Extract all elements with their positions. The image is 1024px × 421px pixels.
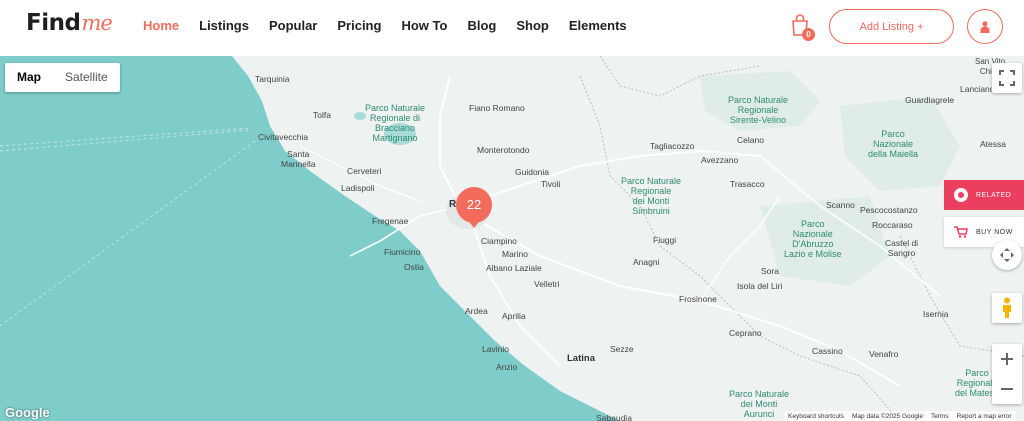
place-label: Frosinone [679,294,717,304]
place-label: Marino [502,249,528,259]
nav-pricing[interactable]: Pricing [337,18,381,33]
terms-link[interactable]: Terms [931,413,949,420]
map-type-map-button[interactable]: Map [5,63,53,92]
logo-main: Find [26,10,81,36]
google-logo: Google [5,405,50,420]
place-label: Scanno [826,200,855,210]
camera-control-button[interactable] [992,240,1022,270]
place-label: Ciampino [481,236,517,246]
map-type-control: Map Satellite [5,63,120,92]
place-label: Atessa [980,139,1006,149]
place-label: Sezze [610,344,634,354]
nav-listings[interactable]: Listings [199,18,249,33]
place-label: Sabaudia [596,413,632,421]
place-label: Monterotondo [477,145,530,155]
place-label: Guardiagrele [905,95,955,105]
map-type-satellite-button[interactable]: Satellite [53,63,120,92]
place-label: Civitavecchia [258,132,309,142]
place-label: Aprilia [502,311,526,321]
place-label: Avezzano [701,155,739,165]
place-label: Pescocostanzo [860,205,918,215]
place-label: Anagni [633,257,660,267]
fullscreen-button[interactable] [992,63,1022,93]
report-error-link[interactable]: Report a map error [957,413,1012,420]
nav-shop[interactable]: Shop [516,18,549,33]
related-button[interactable]: RELATED [944,180,1024,210]
cluster-marker[interactable]: 22 [456,187,492,223]
add-listing-button[interactable]: Add Listing + [829,9,954,44]
minus-icon [1001,388,1013,390]
map-attribution: Keyboard shortcuts Map data ©2025 Google… [784,411,1016,421]
user-account-button[interactable] [967,9,1003,44]
nav-home[interactable]: Home [143,18,179,33]
zoom-in-button[interactable] [992,344,1022,374]
place-label: Fiano Romano [469,103,525,113]
place-label: Anzio [496,362,518,372]
place-label: Cerveteri [347,166,382,176]
cart-count-badge: 0 [802,28,815,41]
place-label: Santa Marinella [281,149,316,169]
place-label: Celano [737,135,764,145]
park-label: Parco Naturale Regionale Sirente-Velino [728,95,789,125]
map-data-credit: Map data ©2025 Google [852,412,923,420]
place-label: Guidonia [515,167,550,177]
place-label: Isernia [923,309,949,319]
place-label: Velletri [534,279,560,289]
place-label: Ceprano [729,328,762,338]
logo[interactable]: Find me [26,10,113,44]
fullscreen-icon [999,70,1015,86]
place-label: Fregenae [372,216,409,226]
cluster-marker-pointer [467,219,481,228]
place-label: Ladispoli [341,183,375,193]
place-label: Isola del Liri [737,281,783,291]
place-label: Albano Laziale [486,263,542,273]
plus-icon [1001,353,1013,365]
buy-now-label: BUY NOW [976,228,1013,236]
site-header: Find me Home Listings Popular Pricing Ho… [0,0,1024,56]
zoom-control [992,344,1022,404]
page: Find me Home Listings Popular Pricing Ho… [0,0,1024,421]
place-label: Lavinio [482,344,509,354]
place-label: Tagliacozzo [650,141,695,151]
park-label: Parco Nazionale della Maiella [868,129,919,159]
logo-script: me [81,11,112,35]
nav-blog[interactable]: Blog [467,18,496,33]
place-label: Tolfa [313,110,331,120]
cart-button[interactable]: 0 [790,13,816,43]
place-label: Tivoli [541,179,561,189]
place-label: Roccaraso [872,220,913,230]
street-view-pegman[interactable] [992,293,1022,323]
park-label: Parco Naturale Regionale dei Monti Simbr… [621,176,682,216]
zoom-out-button[interactable] [992,374,1022,404]
place-label: Cassino [812,346,843,356]
place-label: Trasacco [730,179,765,189]
place-label: Tarquinia [255,74,290,84]
place-label: Latina [567,353,595,364]
place-label: Lanciano [960,84,995,94]
related-icon [954,188,968,202]
user-icon [980,20,990,33]
place-label: Ardea [465,306,488,316]
pegman-icon [1003,297,1011,318]
move-arrows-icon [1000,248,1014,262]
related-label: RELATED [976,191,1012,199]
place-label: Sora [761,266,779,276]
place-label: Ostia [404,262,424,272]
nav-elements[interactable]: Elements [569,18,627,33]
nav-how-to[interactable]: How To [401,18,447,33]
map-canvas[interactable]: Tarquinia Tolfa Civitavecchia Santa Mari… [0,56,1024,421]
nav-popular[interactable]: Popular [269,18,317,33]
park-label: Parco Nazionale D'Abruzzo Lazio e Molise [784,219,842,259]
park-label: Parco Naturale Regionale di Bracciano Ma… [365,103,426,143]
place-label: Castel di Sangro [885,238,919,258]
keyboard-shortcuts-link[interactable]: Keyboard shortcuts [788,413,844,420]
main-nav: Home Listings Popular Pricing How To Blo… [143,18,647,33]
place-label: Fiumicino [384,247,421,257]
cart-icon [954,226,968,238]
place-label: Fiuggi [653,235,677,245]
park-label: Parco Naturale dei Monti Aurunci [729,389,790,419]
place-label: Venafro [869,349,899,359]
